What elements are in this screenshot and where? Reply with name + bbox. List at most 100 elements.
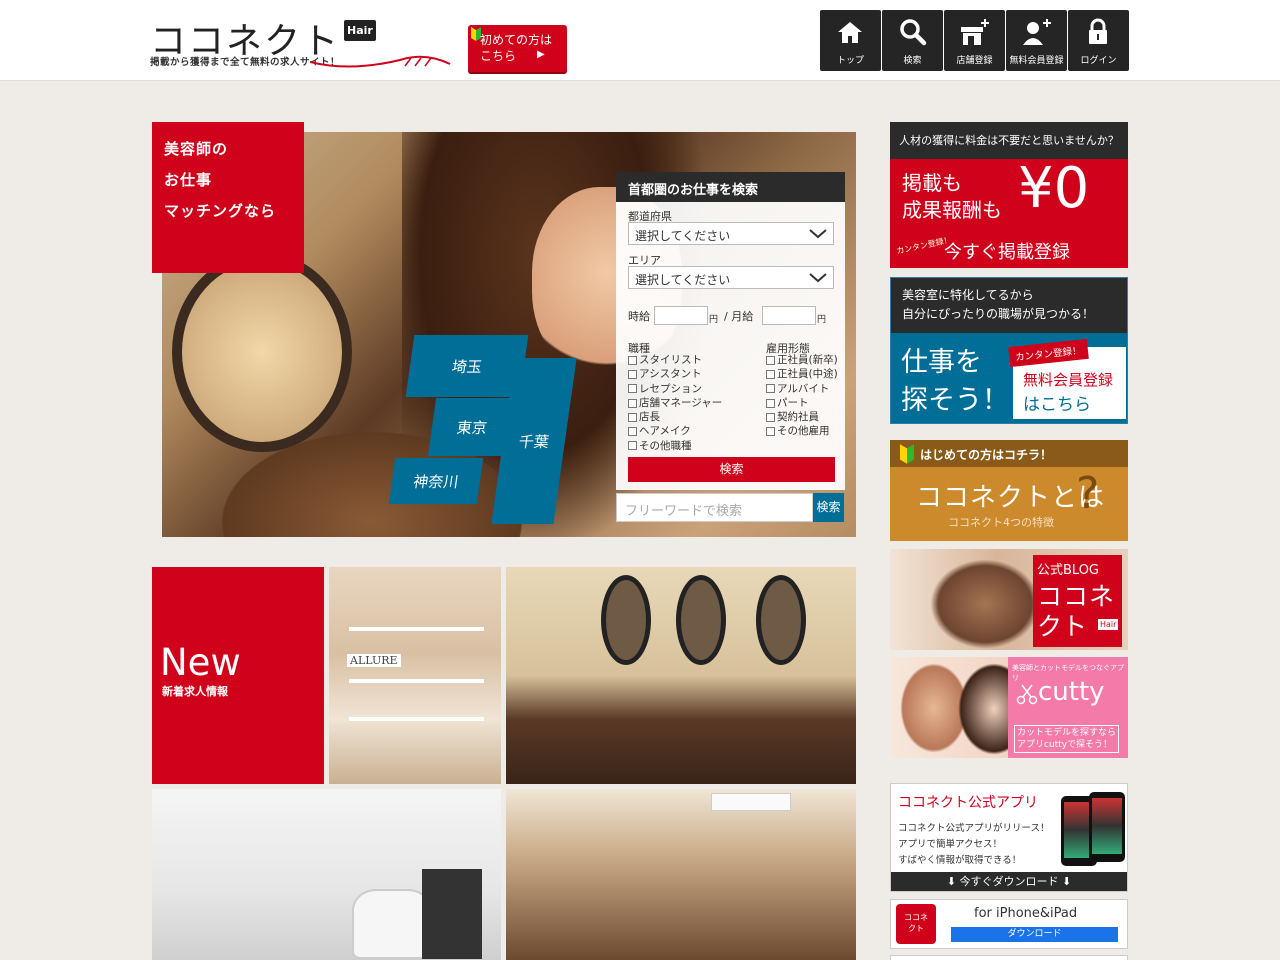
employment-text: 正社員(新卒): [777, 354, 838, 366]
monthly-wage-input[interactable]: [762, 306, 816, 325]
employment-option[interactable]: 契約社員: [766, 410, 838, 424]
nav-search[interactable]: 検索: [882, 10, 943, 71]
nav-shop-register[interactable]: 店舗登録: [944, 10, 1005, 71]
app-icon: ココネ クト: [896, 904, 936, 944]
photo-mirror: [601, 575, 651, 665]
banner-about-top: はじめての方はコチラ！: [890, 440, 1128, 467]
job-type-text: 店長: [639, 411, 660, 424]
banner-member-register[interactable]: 美容室に特化してるから 自分にぴったりの職場が見つかる！ 仕事を 探そう！ カン…: [890, 277, 1128, 424]
banner-blog-photo: [930, 559, 1040, 649]
banner-about-sub: ココネクト4つの特徴: [948, 516, 1054, 529]
photo-shelf: [349, 717, 484, 721]
hourly-label: 時給: [628, 310, 650, 323]
job-search-panel: 首都圏のお仕事を検索 都道府県 選択してください エリア 選択してください 時給…: [616, 172, 845, 490]
job-photo-3[interactable]: [152, 789, 501, 960]
checkbox[interactable]: [766, 384, 775, 394]
employment-text: その他雇用: [777, 425, 830, 438]
area-select[interactable]: 選択してください: [628, 266, 834, 289]
yen-unit: 円: [709, 315, 719, 325]
play-arrow-icon: ▶: [537, 49, 545, 60]
checkbox[interactable]: [766, 355, 775, 365]
banner-app-desc: ココネクト公式アプリがリリース！ アプリで簡単アクセス！ すばやく情報が取得でき…: [898, 821, 1050, 869]
checkbox[interactable]: [766, 369, 775, 379]
banner-next[interactable]: [890, 955, 1128, 960]
banner-cutty[interactable]: 美容師とカットモデルをつなぐアプリ cutty カットモデルを探すなら アプリc…: [890, 657, 1128, 758]
phone-icon: [1089, 792, 1125, 862]
banner-free-listing-line2: 成果報酬も: [902, 198, 1002, 222]
job-type-option[interactable]: レセプション: [628, 382, 722, 396]
new-jobs-tile[interactable]: New 新着求人情報: [152, 567, 324, 784]
chevron-down-icon: [809, 229, 827, 239]
checkbox[interactable]: [766, 427, 775, 437]
home-icon: [838, 22, 862, 43]
ios-download-button[interactable]: ダウンロード: [951, 927, 1118, 942]
first-time-button[interactable]: 初めての方は こちら ▶: [468, 25, 567, 72]
checkbox[interactable]: [766, 412, 775, 422]
new-jobs-subtitle: 新着求人情報: [162, 685, 228, 698]
checkbox[interactable]: [628, 355, 637, 365]
banner-blog-name2: クト: [1037, 612, 1088, 641]
banner-app-desc-line: アプリで簡単アクセス！: [898, 839, 1003, 850]
banner-ios-app[interactable]: ココネ クト for iPhone&iPad ダウンロード: [890, 899, 1128, 949]
checkbox[interactable]: [766, 398, 775, 408]
job-type-option[interactable]: アシスタント: [628, 367, 722, 381]
employment-option[interactable]: アルバイト: [766, 382, 838, 396]
job-type-option[interactable]: 店舗マネージャー: [628, 396, 722, 410]
banner-cutty-box: 美容師とカットモデルをつなぐアプリ cutty カットモデルを探すなら アプリc…: [1008, 657, 1128, 758]
region-kanagawa[interactable]: 神奈川: [388, 458, 484, 504]
employment-option[interactable]: 正社員(新卒): [766, 353, 838, 367]
photo-mirror: [676, 575, 726, 665]
checkbox[interactable]: [628, 412, 637, 422]
job-type-text: 店舗マネージャー: [639, 396, 723, 409]
checkbox[interactable]: [628, 384, 637, 394]
employment-text: パート: [777, 396, 809, 409]
banner-member-free: 無料会員登録: [1023, 371, 1114, 389]
employment-text: 契約社員: [777, 411, 819, 424]
banner-free-listing[interactable]: 人材の獲得に料金は不要だと思いませんか？ 掲載も 成果報酬も ¥0 カンタン登録…: [890, 122, 1128, 268]
job-type-option[interactable]: ヘアメイク: [628, 424, 722, 438]
job-photo-1[interactable]: ALLURE: [329, 567, 501, 784]
scissors-icon: [1016, 684, 1038, 705]
banner-blog[interactable]: 公式BLOG ココネ クト Hair: [890, 549, 1128, 650]
search-button[interactable]: 検索: [628, 457, 835, 482]
job-photo-2[interactable]: [506, 567, 856, 784]
photo-cabinet: [422, 869, 482, 959]
checkbox[interactable]: [628, 369, 637, 379]
job-type-option[interactable]: スタイリスト: [628, 353, 722, 367]
nav-login[interactable]: ログイン: [1068, 10, 1129, 71]
banner-blog-badge: Hair: [1098, 619, 1119, 630]
banner-free-listing-price: ¥0: [1018, 156, 1090, 221]
pref-select[interactable]: 選択してください: [628, 222, 834, 245]
job-type-text: その他職種: [639, 439, 692, 452]
question-mark-icon: ?: [1076, 468, 1100, 519]
shop-add-icon: [961, 19, 989, 45]
banner-app-desc-line: すばやく情報が取得できる！: [898, 855, 1022, 866]
job-type-option[interactable]: その他職種: [628, 439, 722, 453]
freeword-search-button[interactable]: 検索: [813, 493, 844, 522]
checkbox[interactable]: [628, 398, 637, 408]
banner-cutty-name: cutty: [1038, 677, 1105, 707]
nav-member-register-label: 無料会員登録: [1009, 56, 1064, 66]
hero-tagline-line: 美容師の: [164, 140, 229, 158]
hourly-wage-input[interactable]: [654, 306, 708, 325]
checkbox[interactable]: [628, 441, 637, 451]
job-type-option[interactable]: 店長: [628, 410, 722, 424]
nav-member-register[interactable]: 無料会員登録: [1006, 10, 1067, 71]
employment-option[interactable]: 正社員(中途): [766, 367, 838, 381]
job-photo-4[interactable]: [506, 789, 856, 960]
nav-top[interactable]: トップ: [820, 10, 881, 71]
banner-member-here: はこちら: [1023, 395, 1091, 415]
checkbox[interactable]: [628, 427, 637, 437]
job-type-text: ヘアメイク: [639, 425, 691, 438]
banner-official-app[interactable]: ココネクト公式アプリ ココネクト公式アプリがリリース！ アプリで簡単アクセス！ …: [890, 783, 1128, 892]
lock-icon: [1089, 18, 1107, 44]
employment-option[interactable]: その他雇用: [766, 424, 838, 438]
banner-app-download[interactable]: ⬇ 今すぐダウンロード ⬇: [891, 872, 1127, 891]
site-logo[interactable]: ココネクト Hair 掲載から獲得まで全て無料の求人サイト！: [150, 14, 451, 74]
freeword-search-input[interactable]: フリーワードで検索: [616, 493, 813, 522]
banner-about[interactable]: はじめての方はコチラ！ ココネクトとは ココネクト4つの特徴 ?: [890, 440, 1128, 541]
monthly-label: / 月給: [724, 310, 754, 323]
employment-option[interactable]: パート: [766, 396, 838, 410]
photo-air-conditioner: [711, 793, 791, 811]
hero-mirror: [172, 252, 352, 452]
